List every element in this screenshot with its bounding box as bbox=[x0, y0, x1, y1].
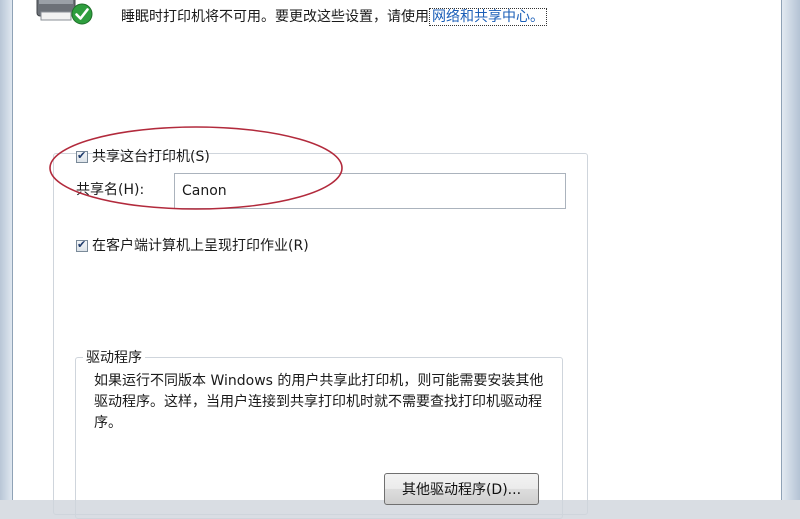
additional-drivers-button[interactable]: 其他驱动程序(D)... bbox=[384, 473, 539, 505]
share-name-input[interactable] bbox=[174, 173, 566, 209]
share-printer-checkbox-box[interactable]: ✔ bbox=[76, 149, 88, 163]
render-jobs-checkbox[interactable]: ✔ 在客户端计算机上呈现打印作业(R) bbox=[76, 235, 309, 255]
render-jobs-label: 在客户端计算机上呈现打印作业(R) bbox=[92, 238, 309, 254]
checkmark-icon: ✔ bbox=[77, 149, 87, 162]
drivers-description: 如果运行不同版本 Windows 的用户共享此打印机，则可能需要安装其他驱动程序… bbox=[94, 373, 544, 431]
network-sharing-center-link[interactable]: 网络和共享中心。 bbox=[429, 8, 547, 26]
share-printer-label: 共享这台打印机(S) bbox=[92, 149, 210, 165]
share-name-label: 共享名(H): bbox=[76, 182, 145, 198]
green-check-icon bbox=[71, 3, 93, 25]
checkmark-icon: ✔ bbox=[77, 238, 87, 251]
sharing-tab-panel: 睡眠时打印机将不可用。要更改这些设置，请使用 网络和共享中心。 ✔ 共享这台打印机… bbox=[13, 0, 781, 519]
share-printer-checkbox[interactable]: ✔ 共享这台打印机(S) bbox=[76, 146, 210, 166]
printer-icon bbox=[36, 0, 93, 25]
window-frame-left bbox=[0, 0, 13, 500]
sleep-info-message: 睡眠时打印机将不可用。要更改这些设置，请使用 bbox=[121, 9, 429, 25]
drivers-group-title: 驱动程序 bbox=[83, 347, 145, 367]
render-jobs-checkbox-box[interactable]: ✔ bbox=[76, 238, 88, 252]
window-frame-right bbox=[781, 0, 800, 500]
sleep-info-text: 睡眠时打印机将不可用。要更改这些设置，请使用 网络和共享中心。 bbox=[121, 6, 547, 26]
